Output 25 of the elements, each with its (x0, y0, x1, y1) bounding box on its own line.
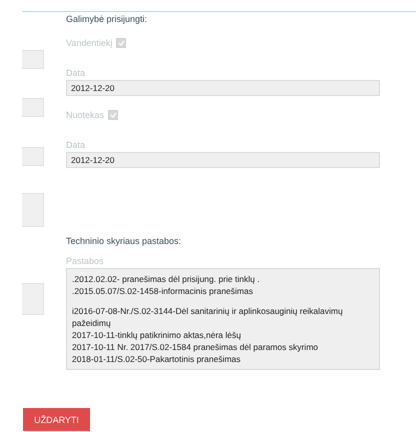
checkbox[interactable] (116, 38, 126, 48)
note-line: .2012.02.02- pranešimas dėl prisijung. prie tinklų . (72, 273, 261, 285)
checkbox-label: Nuotekas (66, 110, 104, 120)
input-field (22, 98, 44, 117)
date-field[interactable]: 2012-12-20 (66, 80, 380, 96)
note-line: 2018-01-11/S.02-50-Pakartotinis pranešimas (72, 353, 242, 365)
date-field[interactable]: 2012-12-20 (66, 152, 380, 168)
close-button[interactable]: UŽDARYTI (23, 408, 90, 431)
field-label: Data (66, 68, 86, 78)
note-line: i2016-07-08-Nr./S.02-3144-Dėl sanitarinių ir aplinkosauginių reikalavimų (72, 305, 344, 317)
note-line: .2015.05.07/S.02-1458-informacinis pranešimas (72, 285, 254, 297)
input-field (22, 50, 44, 69)
notes-field[interactable] (66, 268, 380, 370)
note-line: 2017-10-11-tinklų patikrinimo aktas,nėra lėšų (72, 329, 242, 341)
input-field (22, 283, 44, 315)
note-line: 2017-10-11 Nr. 2017/S.02-1584 pranešimas dėl paramos skyrimo (72, 341, 320, 353)
field-label: Pastabos (66, 256, 105, 266)
checkbox[interactable] (108, 110, 118, 120)
checkbox-label: Vandentiekį (66, 38, 112, 48)
input-field (22, 147, 44, 166)
section-heading: Techninio skyriaus pastabos: (66, 236, 182, 246)
field-label: Data (66, 140, 86, 150)
section-heading: Galimybė prisijungti: (66, 14, 148, 24)
input-field (22, 193, 44, 227)
note-line: pažeidimų (72, 317, 112, 329)
